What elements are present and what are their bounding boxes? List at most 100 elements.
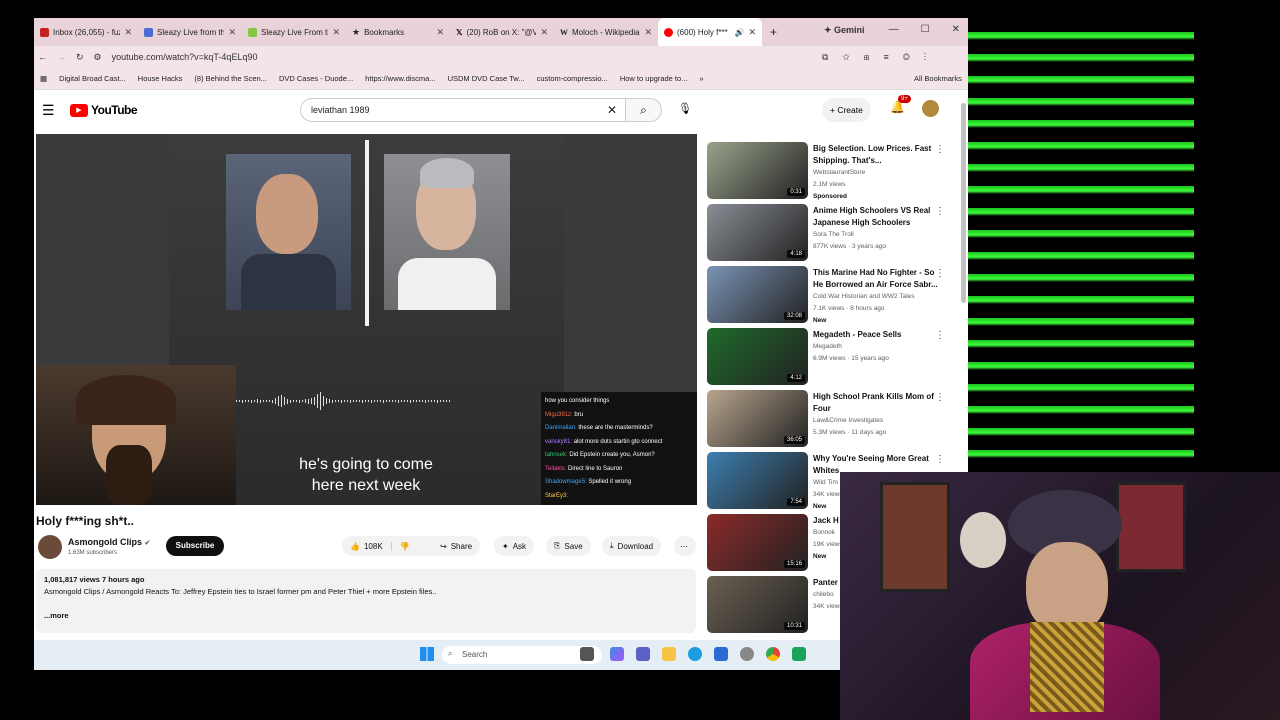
copilot-icon[interactable] xyxy=(610,647,624,661)
channel-avatar[interactable] xyxy=(38,535,62,559)
reload-icon[interactable]: ↻ xyxy=(76,52,84,63)
youtube-logo[interactable]: ▶ YouTube xyxy=(70,103,138,117)
url-field[interactable]: youtube.com/watch?v=kqT-4qELq90 xyxy=(112,52,258,62)
search-button[interactable]: ⌕ xyxy=(626,98,662,122)
tab-5[interactable]: W Moloch - Wikipedia ✕ xyxy=(554,18,658,46)
waveform-bar xyxy=(296,400,297,402)
download-button[interactable]: ⤓ Download xyxy=(602,536,662,556)
tab-3[interactable]: ★ Bookmarks ✕ xyxy=(346,18,450,46)
video-thumbnail[interactable]: 0:31 xyxy=(707,142,808,199)
menu-icon[interactable]: ☰ xyxy=(42,102,55,119)
recommended-channel[interactable]: Sora The Troll xyxy=(813,229,941,241)
app-icon[interactable] xyxy=(792,647,806,661)
video-thumbnail[interactable]: 32:08 xyxy=(707,266,808,323)
show-more-link[interactable]: ...more xyxy=(44,610,688,622)
close-tab-icon[interactable]: ✕ xyxy=(436,27,444,38)
bookmark-0[interactable]: Digital Broad Cast... xyxy=(59,74,126,83)
video-player[interactable]: he's going to come here next week how yo… xyxy=(36,134,697,505)
chrome-icon[interactable] xyxy=(766,647,780,661)
site-info-icon[interactable]: ⚙ xyxy=(94,52,102,63)
mic-icon[interactable]: 🎙 xyxy=(678,102,692,115)
close-tab-icon[interactable]: ✕ xyxy=(228,27,236,38)
video-thumbnail[interactable]: 15:16 xyxy=(707,514,808,571)
tab-6-active[interactable]: (600) Holy f*** 🔊 ✕ xyxy=(658,18,762,46)
share-button[interactable]: ↪ Share xyxy=(432,536,481,556)
teams-icon[interactable] xyxy=(636,647,650,661)
tab-4[interactable]: 𝕏 (20) RoB on X: "@V ✕ xyxy=(450,18,554,46)
video-thumbnail[interactable]: 4:18 xyxy=(707,204,808,261)
bookmark-1[interactable]: House Hacks xyxy=(138,74,183,83)
maximize-icon[interactable]: ☐ xyxy=(921,24,930,35)
task-view-icon[interactable] xyxy=(580,647,594,661)
close-tab-icon[interactable]: ✕ xyxy=(644,27,652,38)
tab-1[interactable]: Sleazy Live from the ✕ xyxy=(138,18,242,46)
recommended-title[interactable]: Megadeth - Peace Sells xyxy=(813,329,941,341)
scrollbar[interactable] xyxy=(961,103,966,303)
video-thumbnail[interactable]: 7:54 xyxy=(707,452,808,509)
recommended-video[interactable]: 36:05 High School Prank Kills Mom of Four… xyxy=(707,390,959,452)
edge-icon[interactable] xyxy=(688,647,702,661)
close-tab-icon[interactable]: ✕ xyxy=(748,27,756,38)
more-actions-button[interactable]: ⋯ xyxy=(674,536,696,556)
search-input[interactable]: leviathan 1989 ✕ xyxy=(300,98,626,122)
forward-icon[interactable]: → xyxy=(57,52,66,62)
recommended-video[interactable]: 4:12 Megadeth - Peace Sells Megadeth 6.9M v… xyxy=(707,328,959,390)
taskbar-search[interactable]: ⌕ Search xyxy=(442,646,602,664)
avatar[interactable] xyxy=(922,100,939,117)
recommended-channel[interactable]: Cold War Historian and WW2 Tales xyxy=(813,291,941,303)
video-thumbnail[interactable]: 4:12 xyxy=(707,328,808,385)
speaker-icon[interactable]: 🔊 xyxy=(734,28,744,37)
video-thumbnail[interactable]: 10:31 xyxy=(707,576,808,633)
chevron-right-icon[interactable]: » xyxy=(699,74,703,83)
channel-name[interactable]: Asmongold Clips ✔ xyxy=(68,537,150,547)
more-options-icon[interactable]: ⋮ xyxy=(935,144,945,155)
recommended-video[interactable]: 0:31 Big Selection. Low Prices. Fast Ship… xyxy=(707,142,959,204)
recommended-channel[interactable]: WebstaurantStore xyxy=(813,167,941,179)
bookmark-5[interactable]: USDM DVD Case Tw... xyxy=(448,74,525,83)
bookmark-6[interactable]: custom-compressio... xyxy=(537,74,608,83)
close-tab-icon[interactable]: ✕ xyxy=(124,27,132,38)
subscribe-button[interactable]: Subscribe xyxy=(166,536,224,556)
apps-icon[interactable]: ▦ xyxy=(40,74,47,83)
like-button[interactable]: 👍 108K xyxy=(342,541,392,551)
close-window-icon[interactable]: ✕ xyxy=(952,24,960,35)
recommended-title[interactable]: This Marine Had No Fighter - So He Borro… xyxy=(813,267,941,291)
store-icon[interactable] xyxy=(714,647,728,661)
settings-icon[interactable] xyxy=(740,647,754,661)
recommended-title[interactable]: Big Selection. Low Prices. Fast Shipping… xyxy=(813,143,941,167)
description-box[interactable]: 1,081,817 views 7 hours ago Asmongold Cl… xyxy=(36,569,696,633)
video-thumbnail[interactable]: 36:05 xyxy=(707,390,808,447)
recommended-channel[interactable]: Megadeth xyxy=(813,341,941,353)
new-tab-icon[interactable]: + xyxy=(770,25,777,39)
dislike-button[interactable]: 👎 xyxy=(392,542,418,551)
bookmark-7[interactable]: How to upgrade to... xyxy=(620,74,688,83)
recommended-video[interactable]: 4:18 Anime High Schoolers VS Real Japanes… xyxy=(707,204,959,266)
file-explorer-icon[interactable] xyxy=(662,647,676,661)
tab-2[interactable]: Sleazy Live From the ✕ xyxy=(242,18,346,46)
minimize-icon[interactable]: — xyxy=(889,24,899,35)
more-options-icon[interactable]: ⋮ xyxy=(935,268,945,279)
ask-button[interactable]: ✦ Ask xyxy=(494,536,535,556)
back-icon[interactable]: ← xyxy=(38,52,47,62)
clear-icon[interactable]: ✕ xyxy=(607,103,617,117)
recommended-channel[interactable]: Law&Crime Investigates xyxy=(813,415,941,427)
save-button[interactable]: ⎘ Save xyxy=(546,536,591,556)
more-options-icon[interactable]: ⋮ xyxy=(935,206,945,217)
bookmark-2[interactable]: (8) Behind the Scen... xyxy=(194,74,267,83)
recommended-title[interactable]: Anime High Schoolers VS Real Japanese Hi… xyxy=(813,205,941,229)
create-button[interactable]: + Create xyxy=(822,98,871,122)
windows-start-icon[interactable] xyxy=(420,647,434,661)
bookmark-4[interactable]: https://www.discma... xyxy=(365,74,435,83)
more-options-icon[interactable]: ⋮ xyxy=(935,330,945,341)
bookmark-3[interactable]: DVD Cases - Duode... xyxy=(279,74,353,83)
more-options-icon[interactable]: ⋮ xyxy=(935,392,945,403)
recommended-title[interactable]: High School Prank Kills Mom of Four xyxy=(813,391,941,415)
r-icon xyxy=(144,27,153,37)
recommended-video[interactable]: 32:08 This Marine Had No Fighter - So He … xyxy=(707,266,959,328)
gemini-button[interactable]: ✦ Gemini xyxy=(824,25,865,36)
close-tab-icon[interactable]: ✕ xyxy=(540,27,548,38)
close-tab-icon[interactable]: ✕ xyxy=(332,27,340,38)
more-options-icon[interactable]: ⋮ xyxy=(935,454,945,465)
tab-0[interactable]: Inbox (26,055) - fuzzy✕ xyxy=(34,18,138,46)
all-bookmarks[interactable]: All Bookmarks xyxy=(914,74,962,83)
